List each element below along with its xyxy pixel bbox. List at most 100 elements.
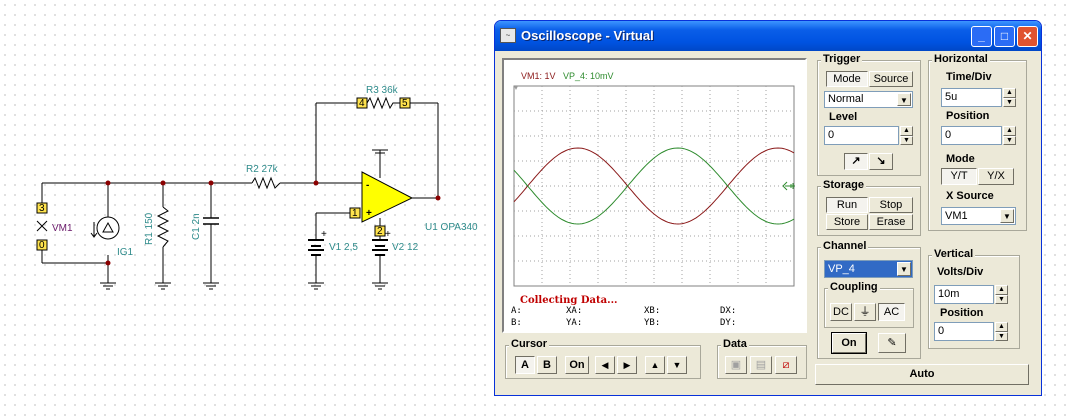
channel-panel: Channel VP_4 ▼ Coupling DC ⏚ AC On ✎ bbox=[817, 240, 921, 359]
data-clear-icon[interactable]: ⧄ bbox=[775, 356, 797, 374]
cursor-readout-dx: DX: bbox=[720, 306, 737, 316]
spin-up-icon[interactable]: ▲ bbox=[900, 126, 913, 136]
cursor-left-icon[interactable]: ◀ bbox=[595, 356, 615, 374]
circuit-schematic: 3 0 VM1 IG1 R1 150 C1 2n R2 27k 4 5 R3 3… bbox=[36, 85, 478, 290]
scope-display[interactable]: VM1: 1V VP_4: 10mV Collecting Data... A:… bbox=[502, 58, 807, 333]
cursor-readout-yb: YB: bbox=[644, 318, 661, 328]
channel-on-button[interactable]: On bbox=[832, 333, 866, 353]
vertical-position-input[interactable]: 0 bbox=[934, 322, 994, 341]
x-source-select[interactable]: VM1 ▼ bbox=[941, 207, 1016, 225]
store-button[interactable]: Store bbox=[826, 214, 868, 230]
ground-symbols bbox=[100, 282, 388, 290]
cursor-right-icon[interactable]: ▶ bbox=[617, 356, 637, 374]
scope-screen: VM1: 1V VP_4: 10mV Collecting Data... bbox=[513, 71, 795, 306]
horizontal-position-input[interactable]: 0 bbox=[941, 126, 1002, 145]
chevron-down-icon[interactable]: ▼ bbox=[897, 93, 911, 106]
title-bar[interactable]: ~ Oscilloscope - Virtual _ □ ✕ bbox=[495, 21, 1041, 51]
ac-coupling-button[interactable]: AC bbox=[878, 303, 905, 321]
time-div-input[interactable]: 5u bbox=[941, 88, 1002, 107]
vm1-pin-bottom: 0 bbox=[39, 240, 45, 251]
cursor-readout-ya: YA: bbox=[566, 318, 583, 328]
horizontal-position-spinner[interactable]: ▲ ▼ bbox=[1003, 126, 1016, 145]
data-export-icon[interactable]: ▤ bbox=[750, 356, 772, 374]
volts-div-input[interactable]: 10m bbox=[934, 285, 994, 304]
dc-coupling-button[interactable]: DC bbox=[830, 303, 852, 321]
storage-panel: Storage Run Stop Store Erase bbox=[817, 179, 921, 236]
run-button[interactable]: Run bbox=[826, 197, 868, 213]
cursor-title: Cursor bbox=[509, 338, 550, 350]
vm1-pin-top: 3 bbox=[39, 203, 45, 214]
vm1-label: VM1 bbox=[52, 223, 73, 234]
spin-down-icon[interactable]: ▼ bbox=[995, 294, 1008, 304]
horizontal-position-label: Position bbox=[946, 110, 990, 122]
falling-edge-icon[interactable]: ↘ bbox=[869, 153, 893, 170]
data-panel: Data ▣ ▤ ⧄ bbox=[717, 338, 807, 379]
coupling-group: Coupling DC ⏚ AC bbox=[824, 281, 914, 328]
trigger-level-spinner[interactable]: ▲ ▼ bbox=[900, 126, 913, 145]
spin-down-icon[interactable]: ▼ bbox=[900, 135, 913, 145]
trigger-source-button[interactable]: Source bbox=[869, 71, 913, 87]
legend-vp4: VP_4: 10mV bbox=[563, 71, 614, 81]
trigger-mode-select[interactable]: Normal ▼ bbox=[824, 91, 913, 108]
cursor-up-icon[interactable]: ▲ bbox=[645, 356, 665, 374]
trigger-level-input[interactable]: 0 bbox=[824, 126, 899, 145]
spin-up-icon[interactable]: ▲ bbox=[1003, 88, 1016, 98]
vertical-title: Vertical bbox=[932, 248, 976, 260]
stop-button[interactable]: Stop bbox=[869, 197, 913, 213]
opamp-u1[interactable]: - + 1 2 U1 OPA340 bbox=[349, 171, 478, 237]
coupling-title: Coupling bbox=[828, 281, 880, 293]
vertical-position-spinner[interactable]: ▲ ▼ bbox=[995, 322, 1008, 341]
cursor-down-icon[interactable]: ▼ bbox=[667, 356, 687, 374]
minimize-button[interactable]: _ bbox=[971, 26, 992, 47]
cursor-b-button[interactable]: B bbox=[537, 356, 557, 374]
vertical-panel: Vertical Volts/Div 10m ▲ ▼ Position 0 ▲ ▼ bbox=[928, 248, 1020, 349]
spin-up-icon[interactable]: ▲ bbox=[1003, 126, 1016, 136]
ig1-source[interactable]: IG1 bbox=[90, 216, 134, 258]
c1-label: C1 2n bbox=[191, 213, 202, 240]
spin-up-icon[interactable]: ▲ bbox=[995, 285, 1008, 295]
pen-icon[interactable]: ✎ bbox=[878, 333, 906, 353]
cursor-on-button[interactable]: On bbox=[565, 356, 589, 374]
spin-down-icon[interactable]: ▼ bbox=[1003, 97, 1016, 107]
yx-mode-button[interactable]: Y/X bbox=[978, 168, 1014, 185]
auto-button[interactable]: Auto bbox=[815, 364, 1029, 385]
close-button[interactable]: ✕ bbox=[1017, 26, 1038, 47]
spin-down-icon[interactable]: ▼ bbox=[1003, 135, 1016, 145]
trigger-marker bbox=[514, 86, 518, 90]
spin-up-icon[interactable]: ▲ bbox=[995, 322, 1008, 332]
vertical-position-label: Position bbox=[940, 307, 984, 319]
time-div-spinner[interactable]: ▲ ▼ bbox=[1003, 88, 1016, 107]
r3-resistor[interactable]: 4 5 R3 36k bbox=[356, 85, 411, 110]
status-text: Collecting Data... bbox=[520, 295, 618, 306]
erase-button[interactable]: Erase bbox=[869, 214, 913, 230]
ground-coupling-icon[interactable]: ⏚ bbox=[854, 303, 876, 321]
channel-select[interactable]: VP_4 ▼ bbox=[824, 260, 913, 278]
cursor-a-button[interactable]: A bbox=[515, 356, 535, 374]
r2-label: R2 27k bbox=[246, 164, 279, 175]
spin-down-icon[interactable]: ▼ bbox=[995, 331, 1008, 341]
trigger-mode-button[interactable]: Mode bbox=[826, 71, 868, 87]
opamp-label: U1 OPA340 bbox=[425, 222, 478, 233]
trigger-panel: Trigger Mode Source Normal ▼ Level 0 ▲ ▼ … bbox=[817, 53, 921, 176]
horizontal-title: Horizontal bbox=[932, 53, 990, 65]
chevron-down-icon[interactable]: ▼ bbox=[1000, 209, 1014, 223]
r3-pin-right: 5 bbox=[402, 98, 408, 109]
r1-resistor[interactable]: R1 150 bbox=[144, 206, 170, 248]
chevron-down-icon[interactable]: ▼ bbox=[897, 262, 911, 276]
volts-div-label: Volts/Div bbox=[937, 266, 984, 278]
volts-div-spinner[interactable]: ▲ ▼ bbox=[995, 285, 1008, 304]
rising-edge-icon[interactable]: ↗ bbox=[844, 153, 868, 170]
data-open-icon[interactable]: ▣ bbox=[725, 356, 747, 374]
yt-mode-button[interactable]: Y/T bbox=[941, 168, 977, 185]
r3-pin-left: 4 bbox=[359, 98, 365, 109]
channel-title: Channel bbox=[821, 240, 869, 252]
vm1-meter[interactable]: 3 0 VM1 bbox=[36, 202, 73, 251]
c1-capacitor[interactable]: C1 2n bbox=[191, 213, 219, 240]
v2-label: V2 12 bbox=[392, 242, 419, 253]
r2-resistor[interactable]: R2 27k bbox=[246, 164, 281, 190]
x-source-label: X Source bbox=[946, 190, 994, 202]
oscilloscope-window[interactable]: ~ Oscilloscope - Virtual _ □ ✕ VM1: 1V V… bbox=[494, 20, 1042, 396]
maximize-button[interactable]: □ bbox=[994, 26, 1015, 47]
r3-label: R3 36k bbox=[366, 85, 399, 96]
v1-plus: + bbox=[321, 229, 327, 240]
